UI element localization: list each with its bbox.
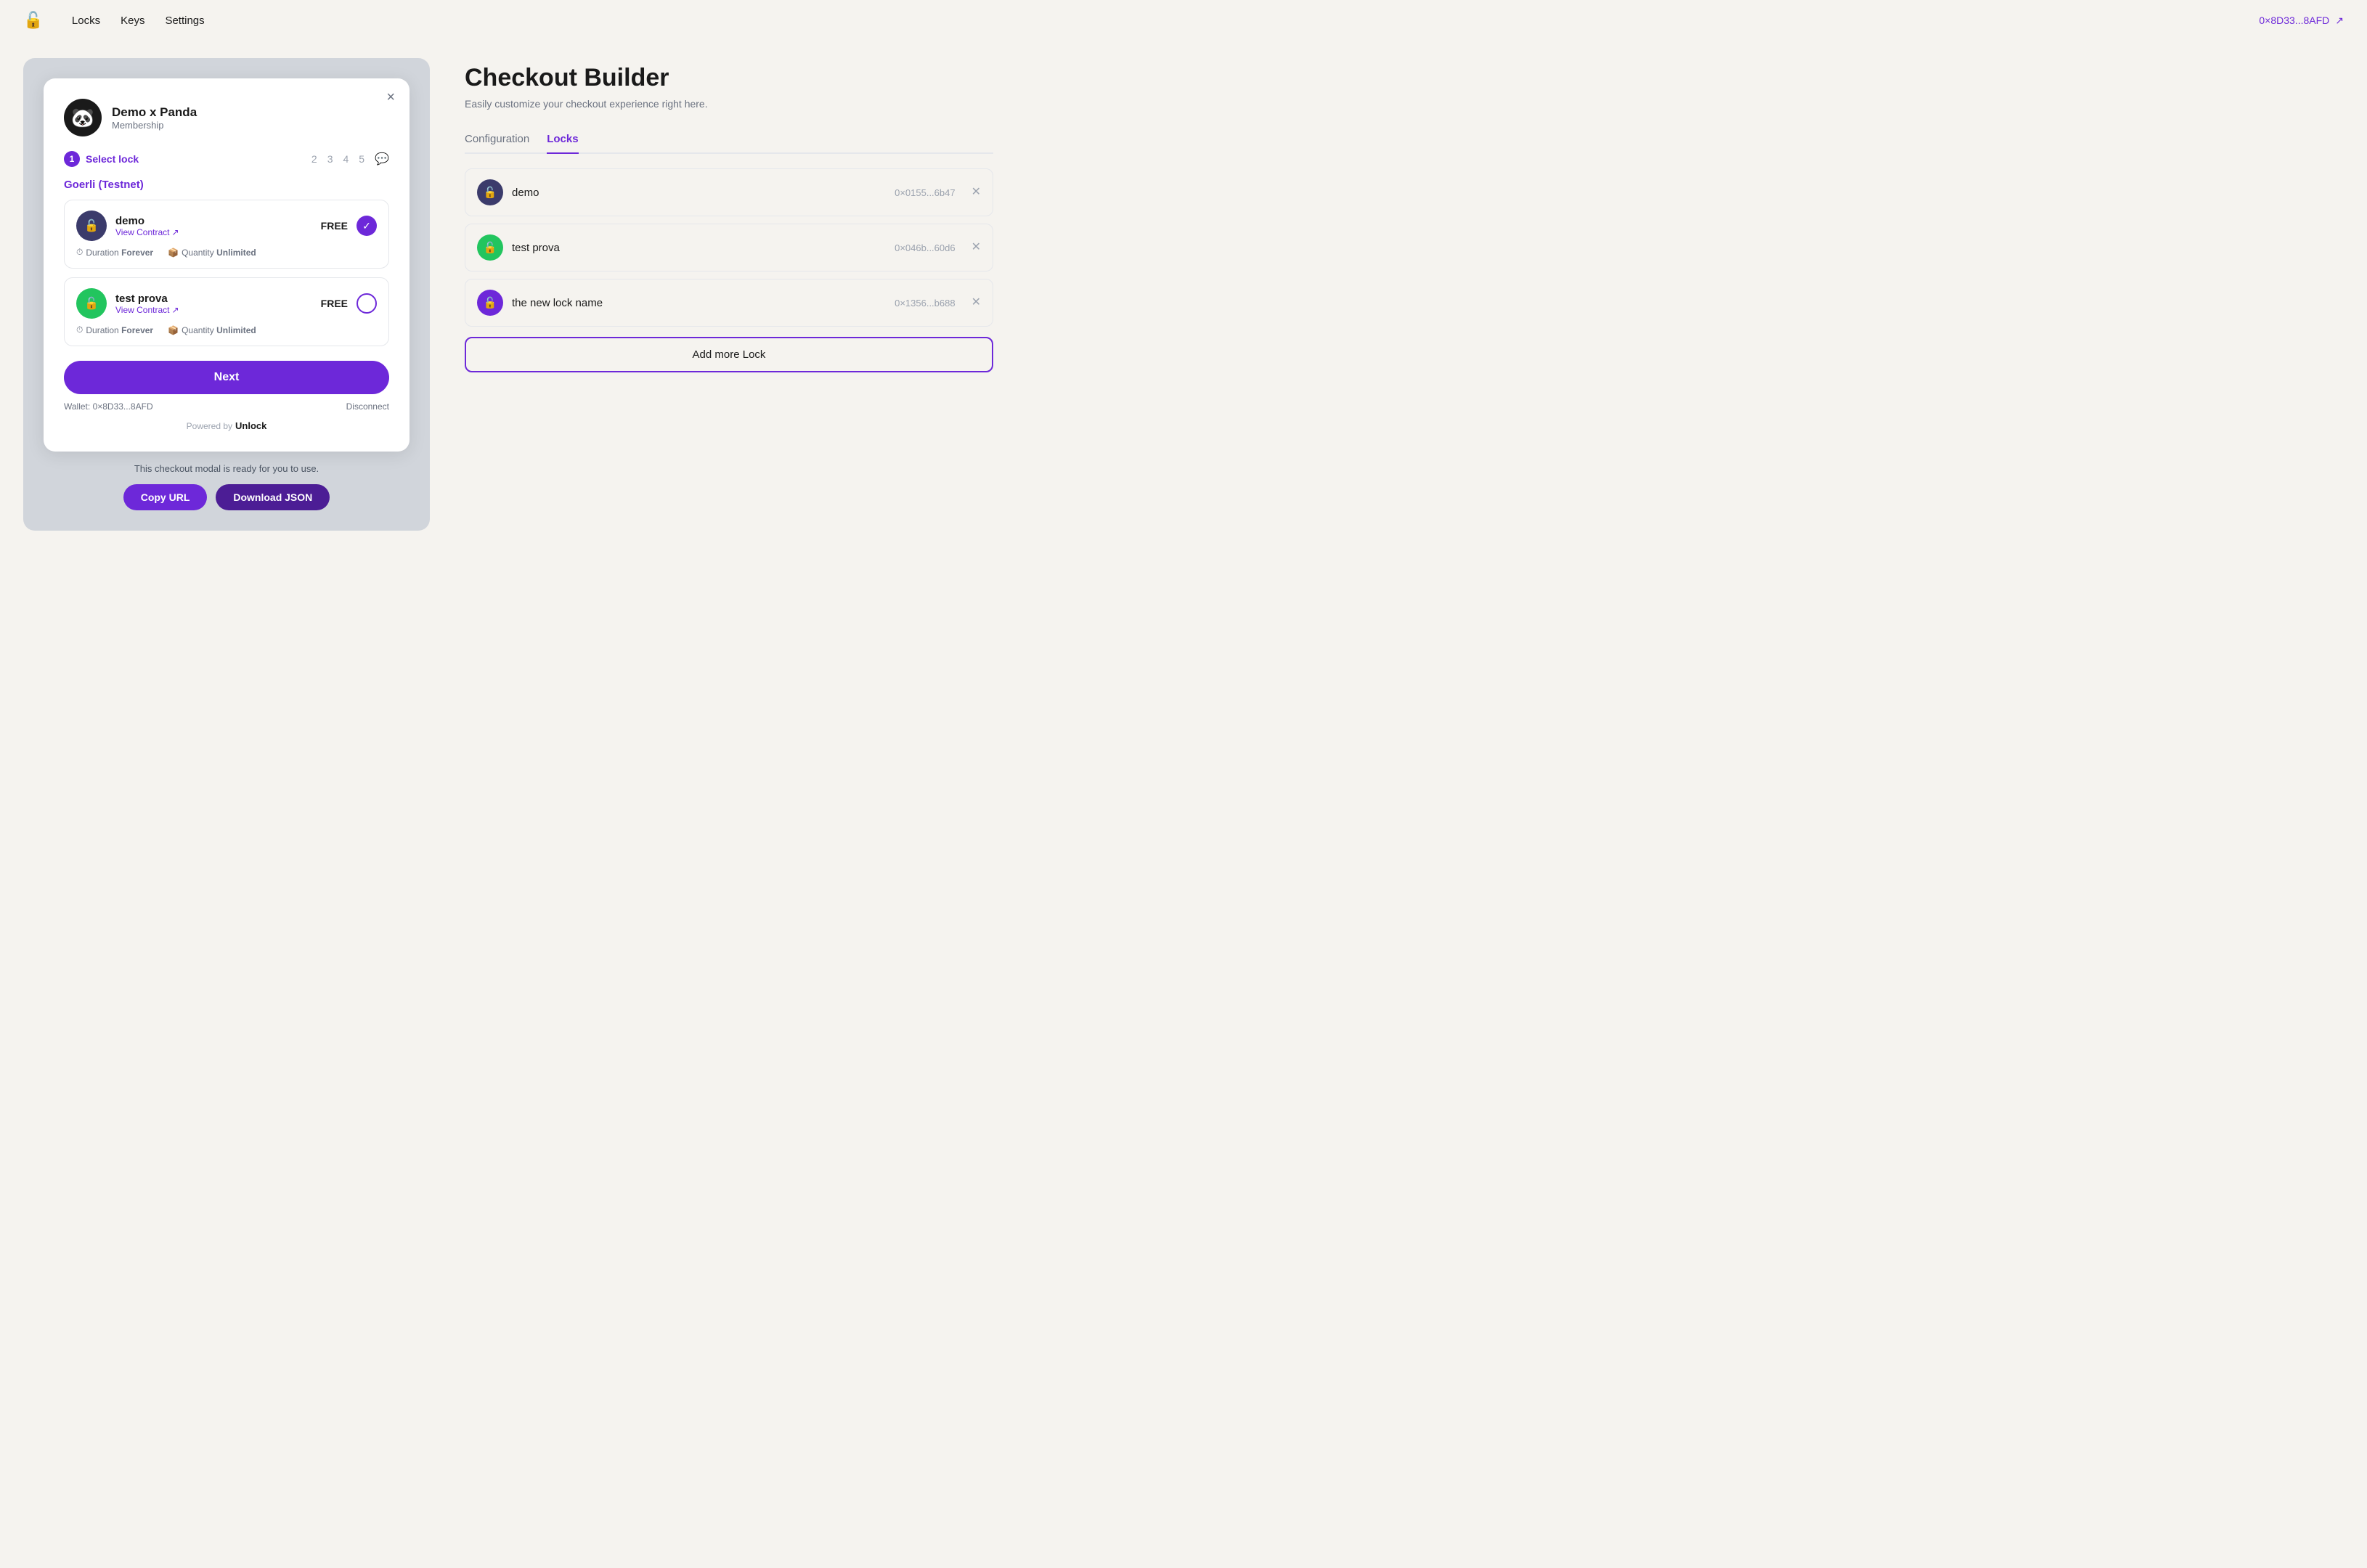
nav-link-locks[interactable]: Locks [72, 15, 100, 27]
lock-entry-demo-remove[interactable]: ✕ [971, 187, 981, 198]
lock-testprova-name: test prova [115, 293, 312, 305]
nav-right: 0×8D33...8AFD ↗ [2259, 15, 2344, 27]
download-json-button[interactable]: Download JSON [216, 484, 330, 510]
navbar: 🔓 Locks Keys Settings 0×8D33...8AFD ↗ [0, 0, 2367, 41]
wallet-label: Wallet: 0×8D33...8AFD [64, 401, 153, 412]
lock-demo-name: demo [115, 215, 312, 227]
lock-entry-newlock: 🔓 the new lock name 0×1356...b688 ✕ [465, 279, 993, 327]
modal-close-button[interactable]: × [386, 90, 395, 105]
lock-entry-testprova-avatar: 🔓 [477, 234, 503, 261]
lock-demo-quantity: 📦 Quantity Unlimited [168, 247, 256, 258]
tabs-row: Configuration Locks [465, 127, 993, 154]
lock-demo-name-col: demo View Contract ↗ [115, 215, 312, 237]
external-link-icon[interactable]: ↗ [2335, 15, 2344, 27]
lock-entry-testprova-name: test prova [512, 242, 886, 254]
modal-header-text: Demo x Panda Membership [112, 105, 197, 131]
lock-demo-price: FREE [321, 220, 348, 232]
lock-entry-newlock-remove[interactable]: ✕ [971, 297, 981, 309]
lock-testprova-name-col: test prova View Contract ↗ [115, 293, 312, 315]
lock-entry-demo: 🔓 demo 0×0155...6b47 ✕ [465, 168, 993, 216]
external-icon-demo: ↗ [171, 227, 179, 237]
steps-row: 1 Select lock 2 3 4 5 💬 [64, 151, 389, 167]
lock-item-testprova[interactable]: 🔓 test prova View Contract ↗ FREE ⏱ [64, 277, 389, 346]
panda-avatar: 🐼 [64, 99, 102, 136]
clock-icon: ⏱ [76, 247, 83, 258]
external-icon-testprova: ↗ [171, 305, 179, 315]
right-panel: Checkout Builder Easily customize your c… [465, 58, 993, 531]
wallet-address-nav[interactable]: 0×8D33...8AFD [2259, 15, 2329, 26]
page-title: Checkout Builder [465, 64, 993, 92]
step-numbers: 2 3 4 5 💬 [311, 152, 389, 166]
action-buttons: Copy URL Download JSON [123, 484, 330, 510]
powered-by: Powered by Unlock [64, 420, 389, 431]
step-badge: 1 [64, 151, 80, 167]
left-panel: × 🐼 Demo x Panda Membership 1 Select loc… [23, 58, 430, 531]
tab-locks[interactable]: Locks [547, 127, 578, 154]
chat-icon[interactable]: 💬 [375, 152, 389, 166]
lock-entry-newlock-avatar: 🔓 [477, 290, 503, 316]
tab-configuration[interactable]: Configuration [465, 127, 529, 154]
brand-logo[interactable]: 🔓 [23, 11, 43, 30]
lock-demo-contract-link[interactable]: View Contract ↗ [115, 227, 312, 237]
lock-demo-meta: ⏱ Duration Forever 📦 Quantity Unlimited [76, 247, 377, 258]
step-num-5: 5 [359, 153, 364, 165]
nav-link-keys[interactable]: Keys [121, 15, 144, 27]
add-more-lock-button[interactable]: Add more Lock [465, 337, 993, 372]
lock-item-demo-header: 🔓 demo View Contract ↗ FREE ✓ [76, 211, 377, 241]
checkout-modal: × 🐼 Demo x Panda Membership 1 Select loc… [44, 78, 410, 452]
brand-name-text: 🔓 [23, 11, 43, 30]
lock-item-testprova-header: 🔓 test prova View Contract ↗ FREE [76, 288, 377, 319]
modal-subtitle: Membership [112, 120, 197, 131]
step-label: Select lock [86, 153, 139, 165]
powered-brand-name: Unlock [235, 420, 266, 431]
lock-entry-newlock-addr: 0×1356...b688 [895, 298, 956, 309]
lock-testprova-price: FREE [321, 298, 348, 309]
step-num-4: 4 [343, 153, 349, 165]
disconnect-link[interactable]: Disconnect [346, 401, 389, 412]
ready-text: This checkout modal is ready for you to … [123, 463, 330, 474]
copy-url-button[interactable]: Copy URL [123, 484, 208, 510]
quantity-icon-tp: 📦 [168, 325, 179, 335]
clock-icon-tp: ⏱ [76, 324, 83, 335]
locks-list: 🔓 demo 0×0155...6b47 ✕ 🔓 test prova 0×04… [465, 168, 993, 327]
lock-testprova-duration: ⏱ Duration Forever [76, 324, 153, 335]
lock-testprova-contract-link[interactable]: View Contract ↗ [115, 305, 312, 315]
lock-testprova-check[interactable] [357, 293, 377, 314]
modal-title: Demo x Panda [112, 105, 197, 120]
quantity-icon: 📦 [168, 248, 179, 258]
lock-item-demo[interactable]: 🔓 demo View Contract ↗ FREE ✓ ⏱ [64, 200, 389, 269]
lock-entry-demo-addr: 0×0155...6b47 [895, 187, 956, 198]
lock-entry-demo-name: demo [512, 187, 886, 199]
lock-demo-avatar: 🔓 [76, 211, 107, 241]
step-num-2: 2 [311, 153, 317, 165]
network-label: Goerli (Testnet) [64, 179, 389, 191]
modal-header: 🐼 Demo x Panda Membership [64, 99, 389, 136]
main-layout: × 🐼 Demo x Panda Membership 1 Select loc… [0, 41, 1017, 548]
bottom-section: This checkout modal is ready for you to … [123, 463, 330, 510]
nav-links: Locks Keys Settings [72, 15, 205, 27]
wallet-row: Wallet: 0×8D33...8AFD Disconnect [64, 401, 389, 412]
step-num-3: 3 [327, 153, 333, 165]
lock-demo-check[interactable]: ✓ [357, 216, 377, 236]
nav-link-settings[interactable]: Settings [165, 15, 204, 27]
lock-entry-testprova-remove[interactable]: ✕ [971, 242, 981, 253]
lock-entry-testprova-addr: 0×046b...60d6 [895, 242, 956, 253]
page-subtitle: Easily customize your checkout experienc… [465, 98, 993, 110]
lock-demo-duration: ⏱ Duration Forever [76, 247, 153, 258]
lock-testprova-avatar: 🔓 [76, 288, 107, 319]
lock-testprova-meta: ⏱ Duration Forever 📦 Quantity Unlimited [76, 324, 377, 335]
next-button[interactable]: Next [64, 361, 389, 394]
lock-entry-newlock-name: the new lock name [512, 297, 886, 309]
lock-entry-demo-avatar: 🔓 [477, 179, 503, 205]
lock-testprova-quantity: 📦 Quantity Unlimited [168, 324, 256, 335]
lock-entry-testprova: 🔓 test prova 0×046b...60d6 ✕ [465, 224, 993, 271]
